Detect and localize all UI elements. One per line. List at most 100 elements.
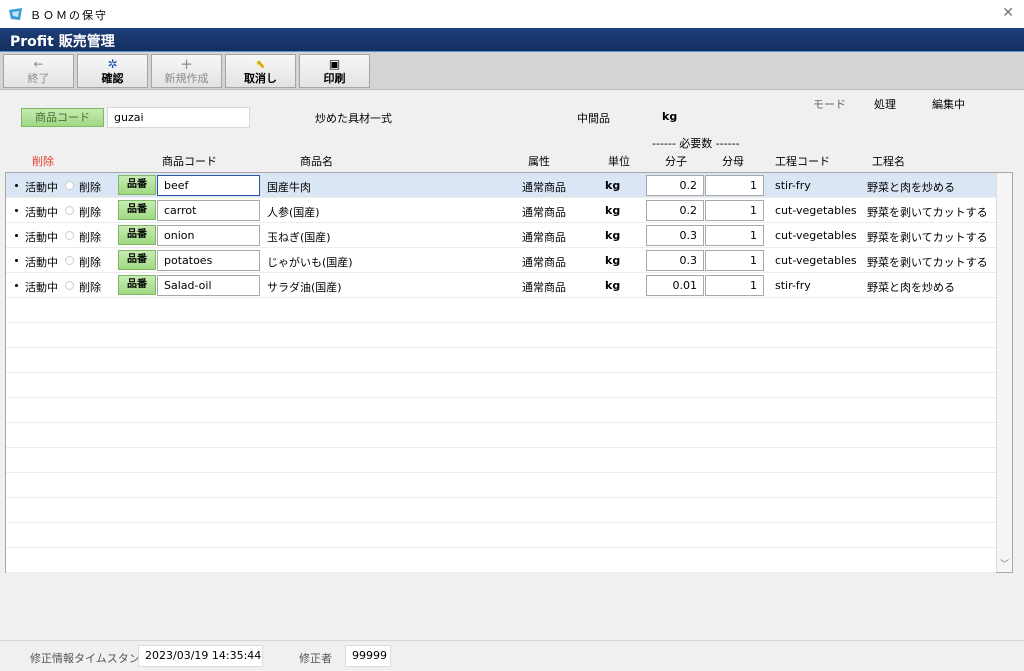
- item-name: じゃがいも(国産): [267, 256, 353, 269]
- confirm-button[interactable]: ✲ 確認: [77, 54, 148, 88]
- item-attribute: 通常商品: [522, 181, 566, 194]
- numerator-input[interactable]: 0.2: [646, 200, 704, 221]
- item-attribute: 通常商品: [522, 231, 566, 244]
- product-code-input[interactable]: guzai: [107, 107, 250, 128]
- required-qty-header: ------ 必要数 ------: [652, 137, 740, 150]
- delete-radio[interactable]: [65, 231, 74, 240]
- empty-row: [6, 423, 996, 448]
- delete-radio[interactable]: [65, 281, 74, 290]
- empty-row: [6, 398, 996, 423]
- item-process-name: 野菜と肉を炒める: [867, 281, 955, 294]
- exit-button-label: 終了: [27, 72, 50, 85]
- confirm-button-label: 確認: [101, 72, 124, 85]
- column-unit: 単位: [608, 155, 630, 168]
- item-attribute: 通常商品: [522, 206, 566, 219]
- item-code-input[interactable]: potatoes: [157, 250, 260, 271]
- bom-table: 活動中 削除 品番 beef 国産牛肉 通常商品 kg 0.2 1 stir-fry 野菜と肉を炒め…: [5, 172, 1013, 573]
- edit-status: 編集中: [932, 98, 965, 111]
- item-code-input[interactable]: onion: [157, 225, 260, 246]
- column-delete: 削除: [32, 155, 54, 168]
- active-radio[interactable]: [12, 281, 21, 290]
- part-number-button[interactable]: 品番: [118, 250, 156, 270]
- item-unit: kg: [605, 229, 621, 242]
- empty-row: [6, 298, 996, 323]
- app-header: Profit 販売管理: [0, 28, 1024, 52]
- mode-label: モード: [813, 98, 846, 111]
- item-attribute: 通常商品: [522, 256, 566, 269]
- item-name: サラダ油(国産): [267, 281, 342, 294]
- product-name: 炒めた具材一式: [315, 112, 392, 125]
- delete-radio-label: 削除: [79, 206, 101, 219]
- column-denominator: 分母: [722, 155, 744, 168]
- editor-label: 修正者: [299, 652, 332, 665]
- active-radio-label: 活動中: [25, 256, 58, 269]
- item-process-code: stir-fry: [775, 279, 811, 292]
- item-process-code: cut-vegetables: [775, 254, 857, 267]
- part-number-button[interactable]: 品番: [118, 175, 156, 195]
- app-brand: Profit 販売管理: [10, 34, 115, 50]
- table-row: 活動中 削除 品番 potatoes じゃがいも(国産) 通常商品 kg 0.3 1 cut-ve…: [6, 248, 996, 273]
- item-process-name: 野菜を剥いてカットする: [867, 256, 988, 269]
- new-button[interactable]: + 新規作成: [151, 54, 222, 88]
- active-radio[interactable]: [12, 206, 21, 215]
- denominator-input[interactable]: 1: [705, 250, 764, 271]
- active-radio[interactable]: [12, 231, 21, 240]
- empty-row: [6, 348, 996, 373]
- item-process-code: cut-vegetables: [775, 204, 857, 217]
- undo-icon: ⬉: [255, 57, 266, 71]
- vertical-scrollbar[interactable]: ﹀: [996, 173, 1012, 572]
- app-icon: [9, 8, 22, 20]
- active-radio-label: 活動中: [25, 281, 58, 294]
- column-numerator: 分子: [665, 155, 687, 168]
- delete-radio[interactable]: [65, 206, 74, 215]
- active-radio-label: 活動中: [25, 231, 58, 244]
- numerator-input[interactable]: 0.3: [646, 225, 704, 246]
- gear-icon: ✲: [107, 57, 118, 71]
- item-name: 玉ねぎ(国産): [267, 231, 331, 244]
- item-process-code: stir-fry: [775, 179, 811, 192]
- numerator-input[interactable]: 0.2: [646, 175, 704, 196]
- item-process-name: 野菜を剥いてカットする: [867, 231, 988, 244]
- numerator-input[interactable]: 0.01: [646, 275, 704, 296]
- item-unit: kg: [605, 279, 621, 292]
- empty-row: [6, 323, 996, 348]
- product-code-button[interactable]: 商品コード: [21, 108, 104, 127]
- cancel-button[interactable]: ⬉ 取消し: [225, 54, 296, 88]
- print-button[interactable]: ▣ 印刷: [299, 54, 370, 88]
- active-radio[interactable]: [12, 256, 21, 265]
- denominator-input[interactable]: 1: [705, 225, 764, 246]
- item-process-name: 野菜と肉を炒める: [867, 181, 955, 194]
- back-arrow-icon: ←: [33, 57, 44, 71]
- new-button-label: 新規作成: [164, 72, 209, 85]
- denominator-input[interactable]: 1: [705, 200, 764, 221]
- delete-radio[interactable]: [65, 256, 74, 265]
- part-number-button[interactable]: 品番: [118, 200, 156, 220]
- table-row: 活動中 削除 品番 Salad-oil サラダ油(国産) 通常商品 kg 0.01 1 stir-…: [6, 273, 996, 298]
- delete-radio[interactable]: [65, 181, 74, 190]
- delete-radio-label: 削除: [79, 231, 101, 244]
- denominator-input[interactable]: 1: [705, 275, 764, 296]
- status-bar: 修正情報タイムスタンプ 2023/03/19 14:35:44 修正者 9999…: [0, 640, 1024, 671]
- exit-button[interactable]: ← 終了: [3, 54, 74, 88]
- empty-row: [6, 523, 996, 548]
- denominator-input[interactable]: 1: [705, 175, 764, 196]
- empty-row: [6, 473, 996, 498]
- close-icon[interactable]: ✕: [1002, 5, 1014, 21]
- item-code-input[interactable]: carrot: [157, 200, 260, 221]
- scroll-down-icon[interactable]: ﹀: [1000, 557, 1009, 570]
- print-button-label: 印刷: [323, 72, 346, 85]
- window-title: ＢＯＭの保守: [30, 9, 108, 22]
- item-code-input[interactable]: Salad-oil: [157, 275, 260, 296]
- part-number-button[interactable]: 品番: [118, 225, 156, 245]
- delete-radio-label: 削除: [79, 256, 101, 269]
- item-name: 国産牛肉: [267, 181, 311, 194]
- mode-value: 処理: [874, 98, 896, 111]
- part-number-button[interactable]: 品番: [118, 275, 156, 295]
- column-attribute: 属性: [528, 155, 550, 168]
- active-radio[interactable]: [12, 181, 21, 190]
- table-row: 活動中 削除 品番 carrot 人参(国産) 通常商品 kg 0.2 1 cut-vegetab…: [6, 198, 996, 223]
- numerator-input[interactable]: 0.3: [646, 250, 704, 271]
- item-unit: kg: [605, 179, 621, 192]
- item-code-input[interactable]: beef: [157, 175, 260, 196]
- active-radio-label: 活動中: [25, 206, 58, 219]
